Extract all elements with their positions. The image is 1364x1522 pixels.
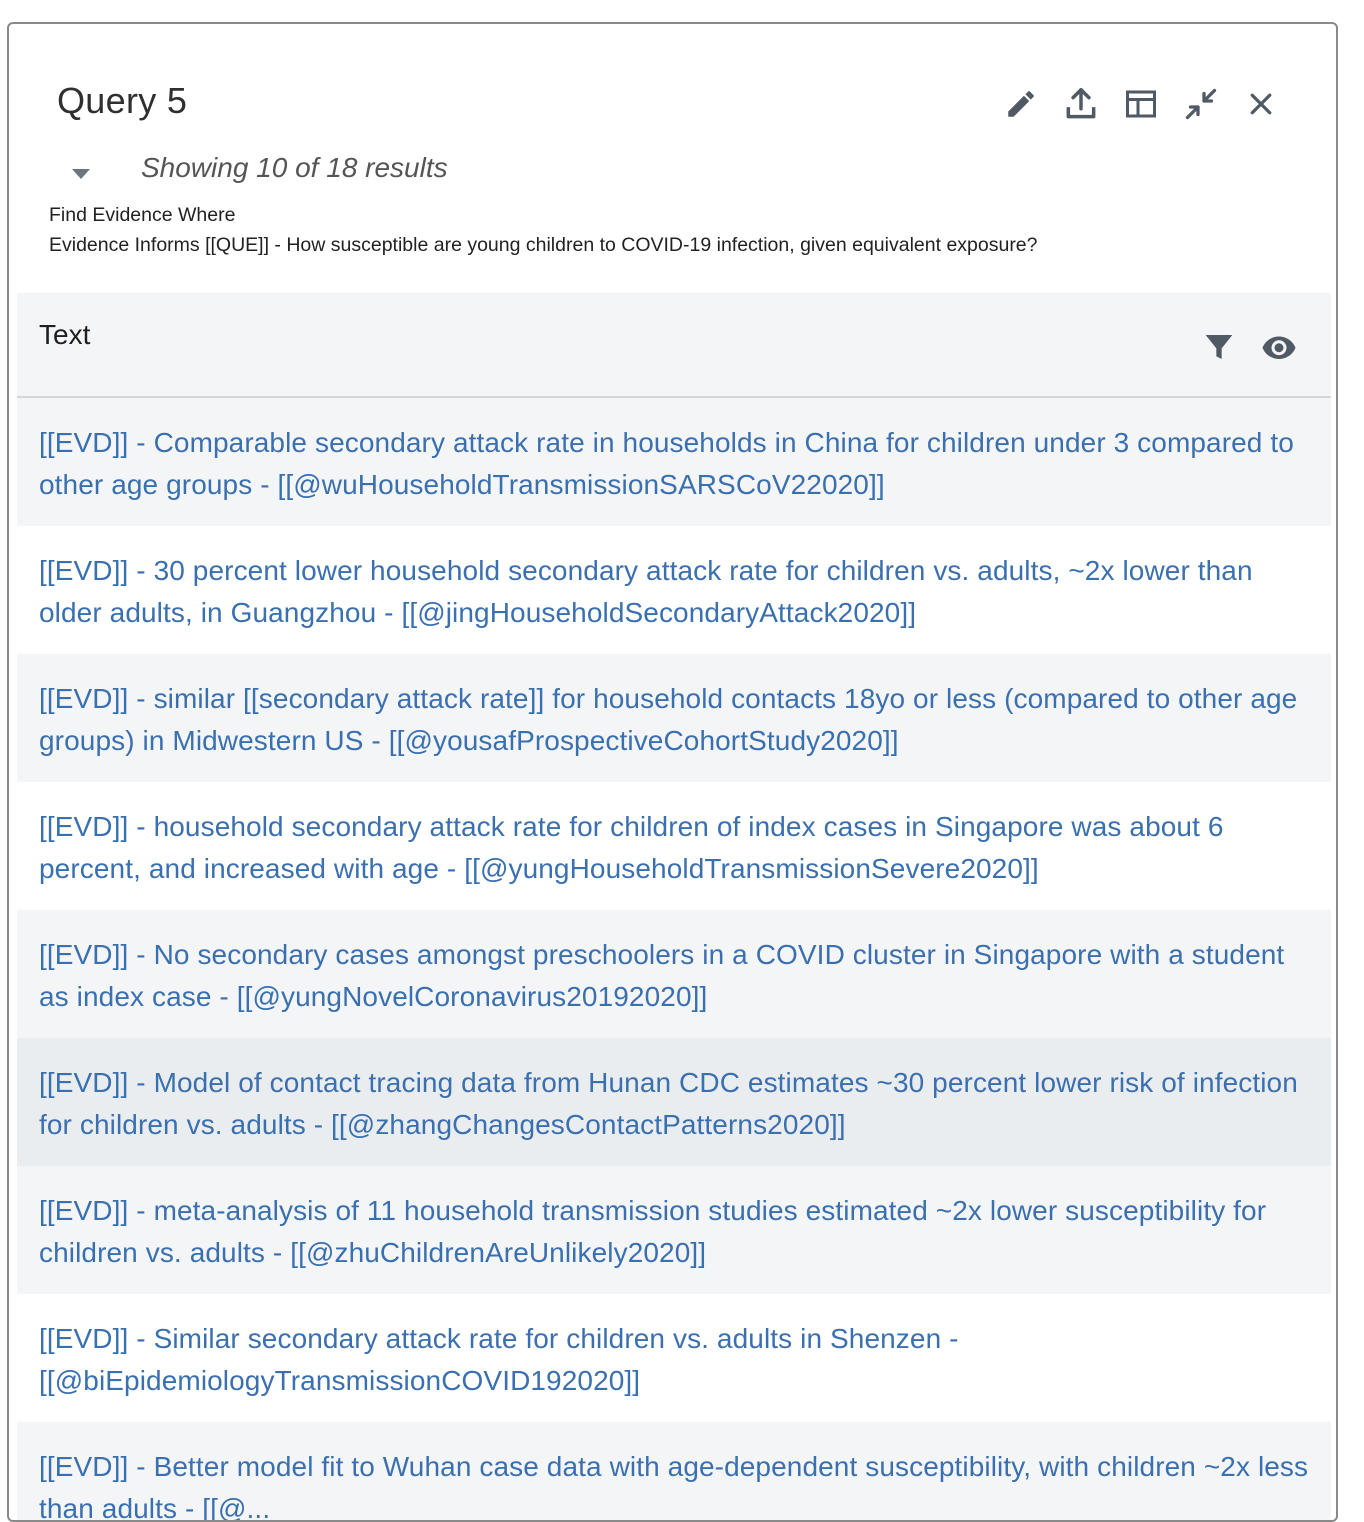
query-line-1: Find Evidence Where <box>49 204 236 226</box>
evidence-link[interactable]: [[EVD]] - No secondary cases amongst pre… <box>39 934 1309 1018</box>
results-list: [[EVD]] - Comparable secondary attack ra… <box>17 398 1331 1520</box>
table-row[interactable]: [[EVD]] - Similar secondary attack rate … <box>17 1294 1331 1422</box>
layout-icon <box>1126 90 1156 118</box>
close-icon <box>1250 93 1272 115</box>
evidence-link[interactable]: [[EVD]] - Better model fit to Wuhan case… <box>39 1446 1309 1520</box>
query-line-2: Evidence Informs [[QUE]] - How susceptib… <box>49 234 1038 256</box>
evidence-link[interactable]: [[EVD]] - Comparable secondary attack ra… <box>39 422 1309 506</box>
table-row[interactable]: [[EVD]] - No secondary cases amongst pre… <box>17 910 1331 1038</box>
evidence-link[interactable]: [[EVD]] - Similar secondary attack rate … <box>39 1318 1309 1402</box>
column-tools <box>1201 329 1321 365</box>
evidence-link[interactable]: [[EVD]] - Model of contact tracing data … <box>39 1062 1309 1146</box>
results-summary: Showing 10 of 18 results <box>141 152 448 183</box>
edit-button[interactable] <box>999 82 1043 126</box>
evidence-link[interactable]: [[EVD]] - similar [[secondary attack rat… <box>39 678 1309 762</box>
query-panel: Query 5 Showing 10 of 18 results Find Ev… <box>7 22 1338 1522</box>
table-row[interactable]: [[EVD]] - household secondary attack rat… <box>17 782 1331 910</box>
results-toggle[interactable] <box>67 160 95 188</box>
panel-title: Query 5 <box>57 80 188 121</box>
table-row[interactable]: [[EVD]] - Model of contact tracing data … <box>17 1038 1331 1166</box>
table-row[interactable]: [[EVD]] - meta-analysis of 11 household … <box>17 1166 1331 1294</box>
collapse-icon <box>1185 88 1217 120</box>
evidence-link[interactable]: [[EVD]] - meta-analysis of 11 household … <box>39 1190 1309 1274</box>
caret-down-icon <box>72 169 90 179</box>
layout-button[interactable] <box>1119 82 1163 126</box>
table-row[interactable]: [[EVD]] - 30 percent lower household sec… <box>17 526 1331 654</box>
evidence-link[interactable]: [[EVD]] - household secondary attack rat… <box>39 806 1309 890</box>
panel-toolbar <box>999 82 1299 126</box>
evidence-link[interactable]: [[EVD]] - 30 percent lower household sec… <box>39 550 1309 634</box>
filter-icon <box>1205 335 1233 359</box>
close-button[interactable] <box>1239 82 1283 126</box>
filter-button[interactable] <box>1201 329 1237 365</box>
eye-icon <box>1262 336 1296 359</box>
export-button[interactable] <box>1059 82 1103 126</box>
visibility-button[interactable] <box>1261 329 1297 365</box>
pencil-icon <box>1008 91 1034 117</box>
table-row[interactable]: [[EVD]] - similar [[secondary attack rat… <box>17 654 1331 782</box>
column-header-text: Text <box>39 319 91 350</box>
export-icon <box>1066 88 1096 119</box>
table-header: Text <box>17 293 1331 398</box>
collapse-button[interactable] <box>1179 82 1223 126</box>
table-row[interactable]: [[EVD]] - Comparable secondary attack ra… <box>17 398 1331 526</box>
table-row[interactable]: [[EVD]] - Better model fit to Wuhan case… <box>17 1422 1331 1520</box>
